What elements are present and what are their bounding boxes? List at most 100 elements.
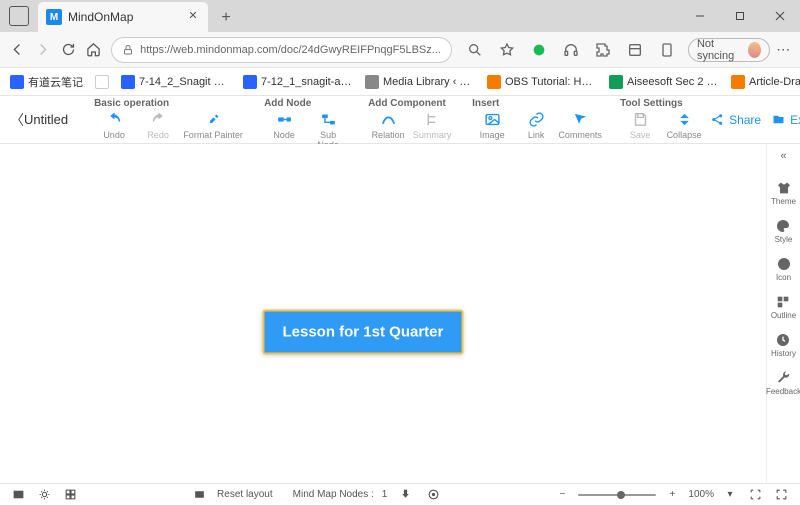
save-button[interactable]: Save [620,110,660,140]
nav-back-button[interactable] [6,36,29,64]
tab-overview-button[interactable] [0,0,38,32]
toolgroup-add-component: Add Component Relation Summary [362,96,458,144]
sync-label: Not syncing [697,38,744,62]
tab-favicon: M [46,9,62,25]
panel-collapse-button[interactable]: « [780,150,786,170]
bookmark-item[interactable]: OBS Tutorial: How... [483,73,601,91]
insert-link-button[interactable]: Link [516,110,556,140]
palette-icon [775,218,791,234]
bookmark-item[interactable] [91,73,113,91]
wrench-icon [776,370,792,386]
zoom-slider[interactable] [578,494,656,496]
format-painter-button[interactable]: Format Painter [182,110,244,140]
zoom-out-button[interactable]: − [552,489,572,500]
view-mode-1-button[interactable] [8,488,28,501]
mindmap-canvas[interactable]: Lesson for 1st Quarter [0,144,766,483]
redo-button[interactable]: Redo [138,110,178,140]
headphones-icon[interactable] [558,37,584,63]
url-input[interactable]: https://web.mindonmap.com/doc/24dGwyREIF… [111,37,452,63]
zoom-dropdown[interactable]: ▾ [720,489,740,500]
bookmark-label: 7-14_2_Snagit VS S... [139,76,231,88]
toolgroup-tool-settings: Tool Settings Save Collapse [614,96,710,144]
zoom-in-button[interactable]: + [662,489,682,500]
fit-width-button[interactable] [746,488,766,501]
nav-home-button[interactable] [82,36,105,64]
panel-style-button[interactable]: Style [775,216,793,246]
panel-outline-button[interactable]: Outline [771,292,796,322]
center-icon[interactable] [423,488,443,501]
profile-sync-button[interactable]: Not syncing [688,38,770,62]
fullscreen-button[interactable] [772,488,792,501]
new-tab-button[interactable]: + [212,4,240,32]
tab-title: MindOnMap [68,10,180,24]
reset-layout-label[interactable]: Reset layout [217,489,273,500]
nodes-count: 1 [382,489,388,500]
bookmark-icon [95,75,109,89]
nav-forward-button[interactable] [31,36,54,64]
bookmarks-bar: 有道云笔记 7-14_2_Snagit VS S... 7-12_1_snagi… [0,68,800,96]
toolgroup-add-node: Add Node Node Sub Node [258,96,354,144]
bookmark-label: Media Library ‹ Top... [383,76,475,88]
root-node[interactable]: Lesson for 1st Quarter [262,309,463,354]
bookmark-icon [243,75,257,89]
bookmark-item[interactable]: Article-Drafts - Goo... [727,73,800,91]
browser-tab[interactable]: M MindOnMap ✕ [38,2,208,32]
panel-icon-button[interactable]: Icon [776,254,792,284]
extensions-icon[interactable] [590,37,616,63]
shirt-icon [776,180,792,196]
favorites-icon[interactable] [494,37,520,63]
pan-icon[interactable] [395,488,415,501]
zoom-level: 100% [688,489,714,500]
insert-image-button[interactable]: Image [472,110,512,140]
search-in-page-icon[interactable] [462,37,488,63]
bookmark-icon [731,75,745,89]
bookmark-label: Article-Drafts - Goo... [749,76,800,88]
reset-layout-icon[interactable] [189,488,209,501]
toolgroup-title: Add Node [264,96,348,110]
export-button[interactable]: Export [771,112,800,127]
toolgroup-basic: Basic operation Undo Redo Format Painter [88,96,250,144]
canvas-area: Lesson for 1st Quarter « Theme Style Ico… [0,144,800,483]
extension-green-icon[interactable] [526,37,552,63]
clock-icon [775,332,791,348]
address-bar: https://web.mindonmap.com/doc/24dGwyREIF… [0,32,800,68]
browser-menu-button[interactable]: ⋯ [772,41,794,58]
bookmark-icon [365,75,379,89]
back-button[interactable]: 〈 [10,110,24,130]
panel-theme-button[interactable]: Theme [771,178,796,208]
window-maximize-button[interactable] [720,0,760,32]
share-button[interactable]: Share [710,112,761,127]
window-minimize-button[interactable] [680,0,720,32]
toolgroup-title: Tool Settings [620,96,704,110]
toolgroup-title: Add Component [368,96,452,110]
read-aloud-icon[interactable] [654,37,680,63]
view-mode-3-button[interactable] [60,488,80,501]
relation-button[interactable]: Relation [368,110,408,140]
document-title[interactable]: Untitled [24,112,68,127]
bookmark-item[interactable]: Media Library ‹ Top... [361,73,479,91]
bookmark-item[interactable]: 7-12_1_snagit-alter... [239,73,357,91]
bookmark-item[interactable]: 7-14_2_Snagit VS S... [117,73,235,91]
status-bar: Reset layout Mind Map Nodes : 1 − + 100%… [0,483,800,505]
bookmark-item[interactable]: 有道云笔记 [6,72,87,92]
node-icon [275,111,293,129]
collapse-button[interactable]: Collapse [664,110,704,140]
tab-close-button[interactable]: ✕ [186,10,200,24]
nodes-label: Mind Map Nodes : [293,489,374,500]
link-icon [527,111,545,129]
redo-icon [149,111,167,129]
view-mode-2-button[interactable] [34,488,54,501]
nav-refresh-button[interactable] [57,36,80,64]
window-close-button[interactable] [760,0,800,32]
brush-icon [204,111,222,129]
smile-icon [776,256,792,272]
panel-feedback-button[interactable]: Feedback [766,368,800,398]
insert-comments-button[interactable]: Comments [560,110,600,140]
collections-icon[interactable] [622,37,648,63]
undo-button[interactable]: Undo [94,110,134,140]
panel-history-button[interactable]: History [771,330,796,360]
summary-button[interactable]: Summary [412,110,452,140]
bookmark-item[interactable]: Aiseesoft Sec 2 - W... [605,73,723,91]
subnode-icon [319,111,337,129]
bookmark-icon [609,75,623,89]
